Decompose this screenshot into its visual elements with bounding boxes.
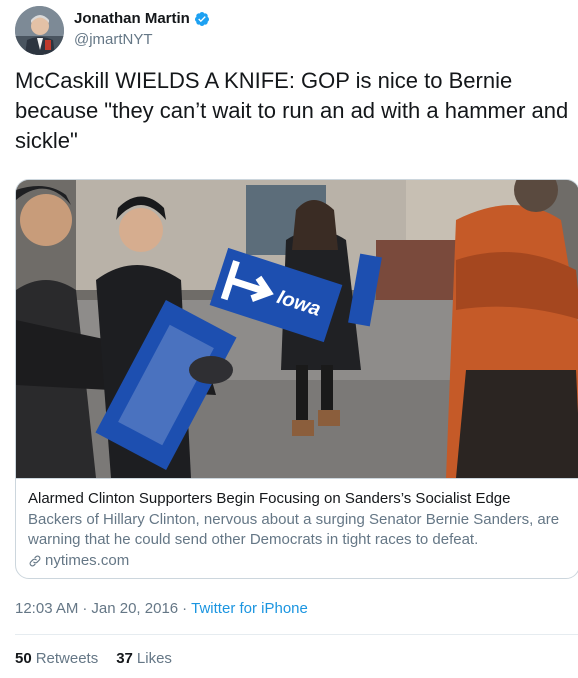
meta-separator-2: · [182, 600, 188, 617]
tweet-stats: 50 Retweets 37 Likes [15, 650, 172, 667]
likes-label: Likes [136, 650, 172, 667]
retweets-count: 50 [15, 650, 32, 667]
card-body[interactable]: Alarmed Clinton Supporters Begin Focusin… [16, 478, 578, 578]
card-domain-text[interactable]: nytimes.com [45, 551, 129, 571]
tweet-date[interactable]: Jan 20, 2016 [91, 600, 178, 617]
meta-separator: · [82, 600, 88, 617]
retweets-label: Retweets [35, 650, 99, 667]
card-description: Backers of Hillary Clinton, nervous abou… [28, 511, 560, 548]
card-domain[interactable]: nytimes.com [28, 551, 569, 571]
likes-count: 37 [116, 650, 133, 667]
link-icon [29, 555, 41, 567]
retweets-stat[interactable]: 50 Retweets [15, 650, 98, 667]
divider [15, 634, 578, 635]
card-photo: Iowa [16, 180, 578, 478]
author-display-name[interactable]: Jonathan Martin [74, 10, 190, 27]
tweet-source[interactable]: Twitter for iPhone [191, 600, 308, 617]
verified-badge-icon [194, 11, 209, 26]
tweet-time[interactable]: 12:03 AM [15, 600, 78, 617]
link-card[interactable]: Iowa Alarmed Clinton Supporters Begin Fo… [15, 179, 578, 579]
card-image[interactable]: Iowa [16, 180, 578, 478]
avatar[interactable] [15, 6, 64, 55]
author-handle[interactable]: @jmartNYT [74, 31, 153, 48]
author-name-row[interactable]: Jonathan Martin [74, 10, 210, 27]
likes-stat[interactable]: 37 Likes [116, 650, 172, 667]
person-photo-icon [15, 6, 64, 55]
tweet-text: McCaskill WIELDS A KNIFE: GOP is nice to… [15, 68, 569, 153]
card-title[interactable]: Alarmed Clinton Supporters Begin Focusin… [28, 489, 569, 509]
tweet-meta: 12:03 AM · Jan 20, 2016 · Twitter for iP… [15, 600, 308, 617]
